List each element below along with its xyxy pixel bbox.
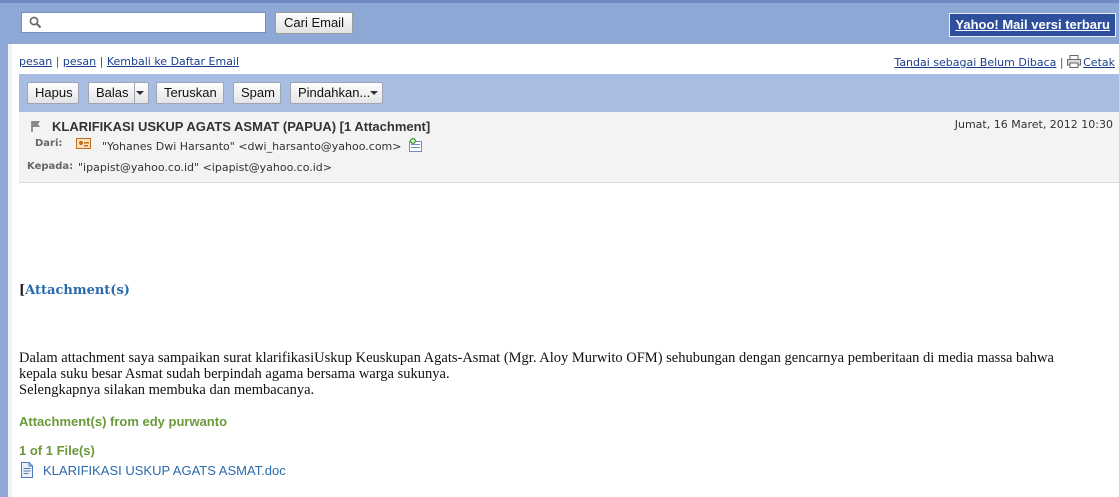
file-count: 1 of 1 File(s) — [19, 443, 95, 458]
delete-label: Hapus — [35, 85, 73, 100]
back-to-list-link[interactable]: Kembali ke Daftar Email — [107, 55, 239, 68]
print-icon[interactable] — [1067, 55, 1082, 71]
prev-message-link[interactable]: pesan — [19, 55, 52, 68]
to-address: "ipapist@yahoo.co.id" <ipapist@yahoo.co.… — [78, 161, 332, 174]
attachment-file-name[interactable]: KLARIFIKASI USKUP AGATS ASMAT.doc — [43, 463, 286, 478]
spam-label: Spam — [241, 85, 275, 100]
nav-separator: | — [99, 55, 104, 68]
flag-icon[interactable] — [30, 120, 42, 136]
top-search-bar: Cari Email Yahoo! Mail versi terbaru — [0, 0, 1119, 44]
from-value: "Yohanes Dwi Harsanto" <dwi_harsanto@yah… — [102, 140, 402, 153]
message-toolbar: Hapus Balas Teruskan Spam Pindahkan... — [19, 74, 1119, 112]
mark-unread-link[interactable]: Tandai sebagai Belum Dibaca — [894, 56, 1056, 69]
left-frame — [0, 44, 8, 497]
attachments-from-heading: Attachment(s) from edy purwanto — [19, 414, 228, 429]
delete-button[interactable]: Hapus — [27, 82, 79, 104]
attachment-file-link[interactable]: KLARIFIKASI USKUP AGATS ASMAT.doc — [19, 462, 286, 481]
to-label: Kepada: — [27, 161, 74, 172]
message-nav: pesan | pesan | Kembali ke Daftar Email — [19, 55, 239, 68]
split-divider — [134, 83, 135, 103]
reply-button[interactable]: Balas — [88, 82, 149, 104]
next-message-link[interactable]: pesan — [63, 55, 96, 68]
message-subject: KLARIFIKASI USKUP AGATS ASMAT (PAPUA) [1… — [52, 119, 431, 134]
reply-label: Balas — [96, 85, 129, 100]
search-email-button[interactable]: Cari Email — [275, 12, 353, 34]
new-yahoo-mail-link[interactable]: Yahoo! Mail versi terbaru — [949, 13, 1116, 37]
contact-card-icon[interactable] — [76, 136, 92, 153]
search-box[interactable] — [21, 12, 266, 33]
body-line: Dalam attachment saya sampaikan surat kl… — [19, 350, 1054, 366]
nav-separator: | — [55, 55, 60, 68]
message-actions-right: Tandai sebagai Belum Dibaca | Cetak — [894, 55, 1115, 71]
move-label: Pindahkan... — [298, 85, 371, 100]
nav-separator: | — [1059, 56, 1064, 69]
chevron-down-icon[interactable] — [136, 91, 144, 95]
message-date: Jumat, 16 Maret, 2012 10:30 — [954, 118, 1113, 131]
forward-label: Teruskan — [164, 85, 217, 100]
from-address: "Yohanes Dwi Harsanto" <dwi_harsanto@yah… — [102, 138, 423, 156]
forward-button[interactable]: Teruskan — [156, 82, 224, 104]
message-header: KLARIFIKASI USKUP AGATS ASMAT (PAPUA) [1… — [19, 112, 1119, 183]
move-button[interactable]: Pindahkan... — [290, 82, 383, 104]
print-link[interactable]: Cetak — [1083, 56, 1115, 69]
left-frame-inner — [8, 44, 12, 497]
attachments-link[interactable]: Attachment(s) — [25, 283, 130, 298]
attachments-anchor: [Attachment(s) — [19, 283, 130, 298]
doc-file-icon — [19, 462, 35, 481]
chevron-down-icon[interactable] — [370, 91, 378, 95]
body-line: Selengkapnya silakan membuka dan membaca… — [19, 382, 315, 398]
message-body: Dalam attachment saya sampaikan surat kl… — [19, 350, 1114, 398]
body-line: kepala suku besar Asmat sudah berpindah … — [19, 366, 450, 382]
spam-button[interactable]: Spam — [233, 82, 281, 104]
add-contact-icon[interactable] — [408, 138, 423, 156]
search-input[interactable] — [46, 14, 265, 33]
search-icon — [29, 16, 42, 32]
from-label: Dari: — [35, 138, 63, 149]
